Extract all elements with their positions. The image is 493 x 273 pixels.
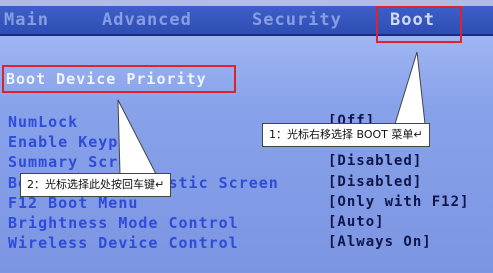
value-wireless-device[interactable]: [Always On]: [328, 234, 432, 250]
tab-main[interactable]: Main: [4, 10, 49, 30]
boot-device-priority-highlight: [2, 65, 236, 93]
value-summary-screen[interactable]: [Disabled]: [328, 153, 422, 169]
value-diagnostic-screen[interactable]: [Disabled]: [328, 174, 422, 190]
callout-step2: 2：光标选择此处按回车键↵: [20, 173, 172, 197]
option-wireless-device[interactable]: Wireless Device Control: [8, 234, 239, 252]
value-f12-boot-menu[interactable]: [Only with F12]: [328, 194, 469, 210]
tab-security[interactable]: Security: [252, 10, 342, 30]
value-brightness-mode[interactable]: [Auto]: [328, 214, 385, 230]
option-numlock[interactable]: NumLock: [8, 113, 78, 131]
callout-step1: 1：光标右移选择 BOOT 菜单↵: [262, 123, 430, 147]
bios-screen: Main Advanced Security Boot Boot Device …: [0, 0, 493, 273]
boot-tab-highlight: [376, 6, 462, 43]
tab-advanced[interactable]: Advanced: [102, 10, 192, 30]
option-enable-keypad[interactable]: Enable Keypad: [8, 133, 138, 151]
option-brightness-mode[interactable]: Brightness Mode Control: [8, 214, 239, 232]
option-summary-screen[interactable]: Summary Screen: [8, 153, 148, 171]
